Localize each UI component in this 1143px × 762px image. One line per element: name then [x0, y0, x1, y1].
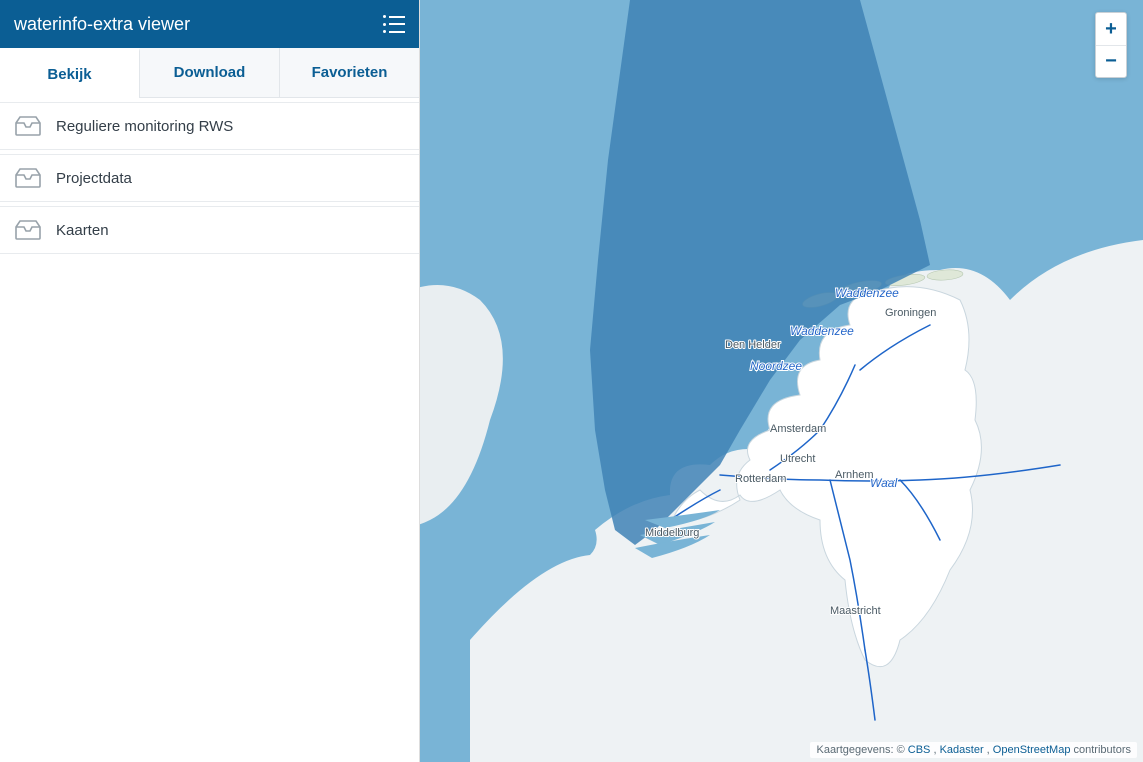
label-noordzee: Noordzee [750, 359, 802, 373]
category-list: Reguliere monitoring RWS Projectdata Kaa… [0, 98, 419, 254]
tab-label: Bekijk [47, 66, 91, 83]
label-waal: Waal [870, 476, 897, 490]
tab-bekijk[interactable]: Bekijk [0, 48, 140, 97]
attr-link-cbs[interactable]: CBS [908, 744, 931, 756]
attr-suffix: contributors [1074, 744, 1131, 756]
tab-bar: Bekijk Download Favorieten [0, 48, 419, 98]
label-waddenzee-lower: Waddenzee [790, 324, 854, 338]
zoom-out-button[interactable]: − [1096, 45, 1126, 77]
label-amsterdam: Amsterdam [770, 423, 826, 435]
tab-label: Favorieten [312, 64, 388, 81]
attr-link-kadaster[interactable]: Kadaster [940, 744, 984, 756]
label-arnhem: Arnhem [835, 469, 874, 481]
tab-label: Download [174, 64, 246, 81]
list-item-label: Kaarten [56, 222, 109, 239]
map-pane[interactable]: Noordzee Waddenzee Waddenzee Waal Gronin… [420, 0, 1143, 762]
label-groningen: Groningen [885, 307, 936, 319]
label-maastricht: Maastricht [830, 605, 881, 617]
label-denhelder: Den Helder [725, 339, 781, 351]
label-rotterdam: Rotterdam [735, 473, 786, 485]
tab-download[interactable]: Download [140, 48, 280, 97]
plus-icon: + [1105, 18, 1117, 41]
label-utrecht: Utrecht [780, 453, 815, 465]
map-attribution: Kaartgegevens: © CBS , Kadaster , OpenSt… [810, 742, 1137, 758]
sidebar-header: waterinfo-extra viewer [0, 0, 419, 48]
attr-prefix: Kaartgegevens: © [816, 744, 907, 756]
sidebar: waterinfo-extra viewer Bekijk Download F… [0, 0, 420, 762]
list-item-reguliere-monitoring[interactable]: Reguliere monitoring RWS [0, 102, 419, 150]
tab-favorieten[interactable]: Favorieten [280, 48, 419, 97]
zoom-controls: + − [1095, 12, 1127, 78]
list-item-label: Projectdata [56, 170, 132, 187]
map-canvas: Noordzee Waddenzee Waddenzee Waal Gronin… [420, 0, 1143, 762]
list-item-label: Reguliere monitoring RWS [56, 118, 233, 135]
zoom-in-button[interactable]: + [1096, 13, 1126, 45]
attr-link-osm[interactable]: OpenStreetMap [993, 744, 1071, 756]
label-waddenzee-upper: Waddenzee [835, 286, 899, 300]
drawer-icon [14, 167, 42, 189]
minus-icon: − [1105, 50, 1117, 73]
list-item-kaarten[interactable]: Kaarten [0, 206, 419, 254]
label-middelburg: Middelburg [645, 527, 699, 539]
app-title: waterinfo-extra viewer [14, 14, 190, 35]
drawer-icon [14, 219, 42, 241]
list-item-projectdata[interactable]: Projectdata [0, 154, 419, 202]
drawer-icon [14, 115, 42, 137]
list-menu-icon[interactable] [383, 15, 405, 33]
app-root: waterinfo-extra viewer Bekijk Download F… [0, 0, 1143, 762]
